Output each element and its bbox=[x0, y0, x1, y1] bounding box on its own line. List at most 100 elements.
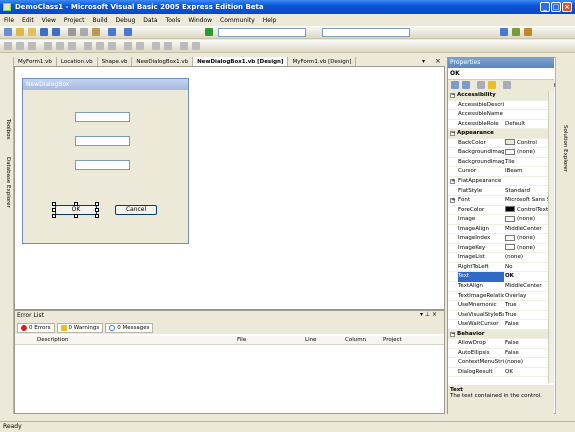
tab-dropdown-icon[interactable]: ▾ bbox=[422, 58, 425, 65]
align-middle-icon[interactable] bbox=[56, 42, 64, 50]
property-row[interactable]: RightToLeft No bbox=[448, 263, 548, 273]
properties-view-icon[interactable] bbox=[477, 81, 485, 89]
center-horizontally-icon[interactable] bbox=[152, 42, 160, 50]
vspacing-icon[interactable] bbox=[136, 42, 144, 50]
menu-view[interactable]: View bbox=[42, 17, 56, 24]
align-top-icon[interactable] bbox=[44, 42, 52, 50]
property-value[interactable]: Standard bbox=[505, 187, 550, 197]
selection-handle[interactable] bbox=[52, 208, 56, 212]
menu-debug[interactable]: Debug bbox=[116, 17, 136, 24]
solution-explorer-tab[interactable]: Solution Explorer bbox=[562, 125, 568, 172]
property-row[interactable]: ImageList (none) bbox=[448, 253, 548, 263]
property-row[interactable]: TextImageRelatio Overlay bbox=[448, 292, 548, 302]
selection-handle[interactable] bbox=[52, 202, 56, 206]
hspacing-icon[interactable] bbox=[124, 42, 132, 50]
undo-icon[interactable] bbox=[108, 28, 116, 36]
textbox-3[interactable] bbox=[75, 160, 130, 170]
selection-handle[interactable] bbox=[52, 214, 56, 218]
property-row[interactable]: AccessibleRole Default bbox=[448, 120, 548, 130]
align-right-icon[interactable] bbox=[28, 42, 36, 50]
send-to-back-icon[interactable] bbox=[192, 42, 200, 50]
align-bottom-icon[interactable] bbox=[68, 42, 76, 50]
doc-tab[interactable]: NewDialogBox1.vb [Design] bbox=[193, 57, 289, 66]
property-value[interactable]: False bbox=[505, 339, 550, 349]
selection-handle[interactable] bbox=[95, 214, 99, 218]
dialog-form[interactable]: NewDialogBox OK Cancel bbox=[22, 78, 189, 244]
property-value[interactable]: (none) bbox=[505, 234, 550, 244]
textbox-1[interactable] bbox=[75, 112, 130, 122]
property-category[interactable]: − Behavior bbox=[448, 329, 548, 340]
menu-edit[interactable]: Edit bbox=[22, 17, 34, 24]
properties-icon[interactable] bbox=[512, 28, 520, 36]
menu-community[interactable]: Community bbox=[220, 17, 255, 24]
col-line[interactable]: Line bbox=[305, 337, 316, 343]
add-item-icon[interactable] bbox=[16, 28, 24, 36]
menu-help[interactable]: Help bbox=[263, 17, 277, 24]
property-value[interactable]: Overlay bbox=[505, 292, 550, 302]
paste-icon[interactable] bbox=[92, 28, 100, 36]
same-height-icon[interactable] bbox=[96, 42, 104, 50]
find-combo[interactable] bbox=[322, 28, 410, 37]
selection-handle[interactable] bbox=[74, 214, 78, 218]
copy-icon[interactable] bbox=[80, 28, 88, 36]
doc-tab[interactable]: NewDialogBox1.vb bbox=[132, 57, 194, 66]
maximize-button[interactable]: □ bbox=[551, 2, 561, 12]
property-row[interactable]: Image (none) bbox=[448, 215, 548, 225]
property-row[interactable]: ImageKey (none) bbox=[448, 244, 548, 254]
property-value[interactable]: Microsoft Sans Se bbox=[505, 196, 550, 206]
expand-icon[interactable]: + bbox=[450, 178, 455, 184]
config-combo[interactable] bbox=[218, 28, 306, 37]
property-value[interactable]: False bbox=[505, 349, 550, 359]
property-row[interactable]: AutoEllipsis False bbox=[448, 349, 548, 359]
new-project-icon[interactable] bbox=[4, 28, 12, 36]
menu-project[interactable]: Project bbox=[64, 17, 85, 24]
property-row[interactable]: BackColor Control bbox=[448, 139, 548, 149]
property-value[interactable]: Control bbox=[505, 139, 550, 149]
property-row[interactable]: ImageIndex (none) bbox=[448, 234, 548, 244]
menu-tools[interactable]: Tools bbox=[166, 17, 181, 24]
doc-tab[interactable]: Shape.vb bbox=[98, 57, 133, 66]
property-row[interactable]: Text OK bbox=[448, 272, 548, 282]
property-row[interactable]: UseWaitCursor False bbox=[448, 320, 548, 330]
property-pages-icon[interactable] bbox=[503, 81, 511, 89]
categorized-icon[interactable] bbox=[451, 81, 459, 89]
property-value[interactable]: Tile bbox=[505, 158, 550, 168]
align-center-icon[interactable] bbox=[16, 42, 24, 50]
expand-icon[interactable]: − bbox=[450, 331, 455, 337]
selection-handle[interactable] bbox=[74, 202, 78, 206]
menu-window[interactable]: Window bbox=[188, 17, 212, 24]
center-vertically-icon[interactable] bbox=[164, 42, 172, 50]
close-button[interactable]: × bbox=[562, 2, 572, 12]
property-row[interactable]: UseMnemonic True bbox=[448, 301, 548, 311]
property-row[interactable]: ContextMenuStri (none) bbox=[448, 358, 548, 368]
property-value[interactable]: MiddleCenter bbox=[505, 282, 550, 292]
open-icon[interactable] bbox=[28, 28, 36, 36]
save-all-icon[interactable] bbox=[52, 28, 60, 36]
property-category[interactable]: − Accessibility bbox=[448, 91, 548, 101]
property-value[interactable]: True bbox=[505, 301, 550, 311]
redo-icon[interactable] bbox=[124, 28, 132, 36]
property-value[interactable]: IBeam bbox=[505, 167, 550, 177]
property-value[interactable]: MiddleCenter bbox=[505, 225, 550, 235]
database-explorer-tab[interactable]: Database Explorer bbox=[5, 157, 11, 208]
alphabetical-icon[interactable] bbox=[462, 81, 470, 89]
property-value[interactable]: No bbox=[505, 263, 550, 273]
property-value[interactable]: False bbox=[505, 320, 550, 330]
property-row[interactable]: DialogResult OK bbox=[448, 368, 548, 378]
bring-to-front-icon[interactable] bbox=[180, 42, 188, 50]
property-row[interactable]: + Font Microsoft Sans Se bbox=[448, 196, 550, 206]
events-icon[interactable] bbox=[488, 81, 496, 89]
property-row[interactable]: Cursor IBeam bbox=[448, 167, 548, 177]
start-debugging-icon[interactable] bbox=[205, 28, 213, 36]
property-row[interactable]: + FlatAppearance bbox=[448, 177, 548, 187]
property-value[interactable]: True bbox=[505, 311, 550, 321]
menu-data[interactable]: Data bbox=[143, 17, 157, 24]
cancel-button[interactable]: Cancel bbox=[115, 205, 157, 215]
errors-filter-button[interactable]: 0 Errors bbox=[17, 322, 55, 333]
property-value[interactable]: (none) bbox=[505, 358, 550, 368]
expand-icon[interactable]: + bbox=[450, 198, 455, 204]
pin-icon[interactable]: ▾ ⊥ × bbox=[420, 311, 437, 318]
object-selector[interactable]: OK System.Windows.Forms.Button bbox=[448, 68, 556, 89]
col-file[interactable]: File bbox=[237, 337, 246, 343]
cut-icon[interactable] bbox=[68, 28, 76, 36]
